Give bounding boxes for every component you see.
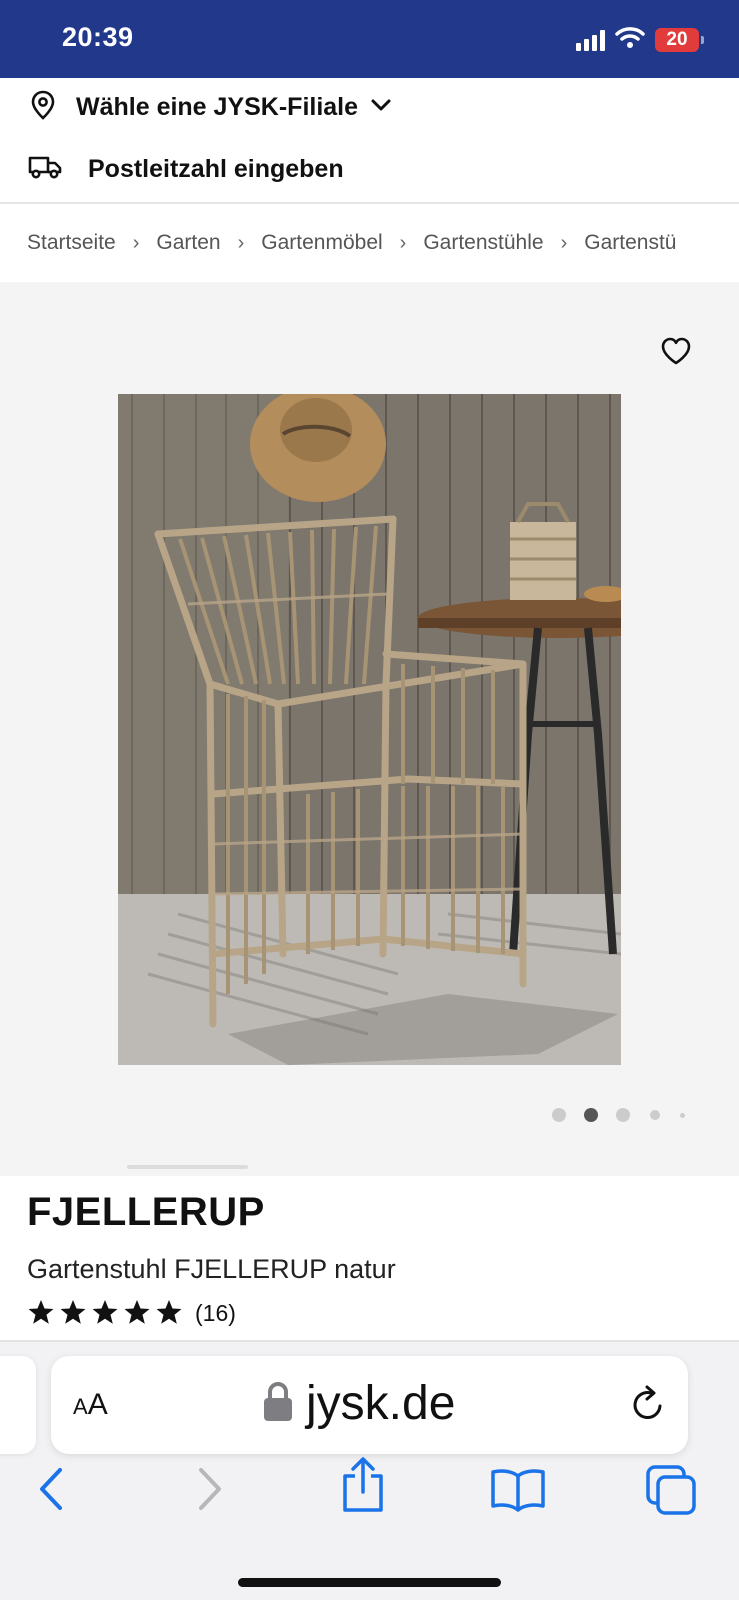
breadcrumb-item[interactable]: Gartenmöbel xyxy=(261,231,382,255)
home-indicator[interactable] xyxy=(238,1578,501,1587)
url-text: jysk.de xyxy=(306,1377,456,1430)
status-icons: 20 xyxy=(576,26,704,53)
product-subtitle: Gartenstuhl FJELLERUP natur xyxy=(27,1254,396,1284)
chevron-right-icon: › xyxy=(399,231,407,254)
forward-chevron-icon[interactable] xyxy=(195,1466,225,1517)
product-title: FJELLERUP xyxy=(27,1190,265,1234)
store-selector[interactable]: Wähle eine JYSK-Filiale xyxy=(0,78,739,136)
breadcrumb-item[interactable]: Gartenstü xyxy=(584,231,676,255)
slide-indicator[interactable] xyxy=(552,1108,685,1122)
breadcrumb-item[interactable]: Garten xyxy=(156,231,220,255)
battery-icon: 20 xyxy=(655,27,704,52)
breadcrumb: Startseite › Garten › Gartenmöbel › Gart… xyxy=(0,204,739,282)
lock-icon xyxy=(262,1379,294,1428)
zip-code-label: Postleitzahl eingeben xyxy=(88,154,344,183)
wifi-icon xyxy=(615,26,645,53)
slide-dot[interactable] xyxy=(650,1110,660,1120)
store-select-label: Wähle eine JYSK-Filiale xyxy=(76,92,359,121)
wishlist-heart-icon[interactable] xyxy=(660,336,692,369)
delivery-truck-icon xyxy=(28,154,62,185)
url-display[interactable]: jysk.de xyxy=(262,1376,455,1431)
browser-nav-bar xyxy=(0,1457,739,1536)
zip-code-entry[interactable]: Postleitzahl eingeben xyxy=(0,136,739,204)
reload-icon[interactable] xyxy=(629,1384,667,1429)
review-count: (16) xyxy=(195,1299,236,1326)
chevron-right-icon: › xyxy=(237,231,245,254)
location-pin-icon xyxy=(30,90,56,125)
signal-icon xyxy=(576,29,605,51)
product-image[interactable] xyxy=(118,394,621,1065)
star-rating-icon xyxy=(28,1300,182,1324)
text-size-small-a: A xyxy=(73,1394,88,1419)
tabs-icon[interactable] xyxy=(645,1464,697,1521)
previous-tab-preview[interactable] xyxy=(0,1356,36,1454)
breadcrumb-item[interactable]: Gartenstühle xyxy=(423,231,543,255)
slide-dot[interactable] xyxy=(616,1108,630,1122)
bookmarks-icon[interactable] xyxy=(490,1468,546,1517)
text-size-big-a: A xyxy=(87,1388,108,1421)
chevron-down-icon xyxy=(370,98,392,117)
product-rating[interactable]: (16) xyxy=(27,1298,236,1328)
share-icon[interactable] xyxy=(340,1456,386,1519)
battery-level: 20 xyxy=(666,28,688,50)
slide-dot[interactable] xyxy=(680,1112,685,1118)
back-chevron-icon[interactable] xyxy=(36,1466,66,1517)
slide-dot[interactable] xyxy=(552,1108,566,1122)
text-size-button[interactable]: AA xyxy=(73,1388,108,1422)
slide-dot-active[interactable] xyxy=(584,1108,598,1122)
status-time: 20:39 xyxy=(62,22,134,52)
sheet-handle[interactable] xyxy=(127,1165,248,1169)
chevron-right-icon: › xyxy=(560,231,568,254)
status-bar: 20:39 20 xyxy=(0,0,739,78)
breadcrumb-item[interactable]: Startseite xyxy=(27,231,116,255)
chevron-right-icon: › xyxy=(132,231,140,254)
